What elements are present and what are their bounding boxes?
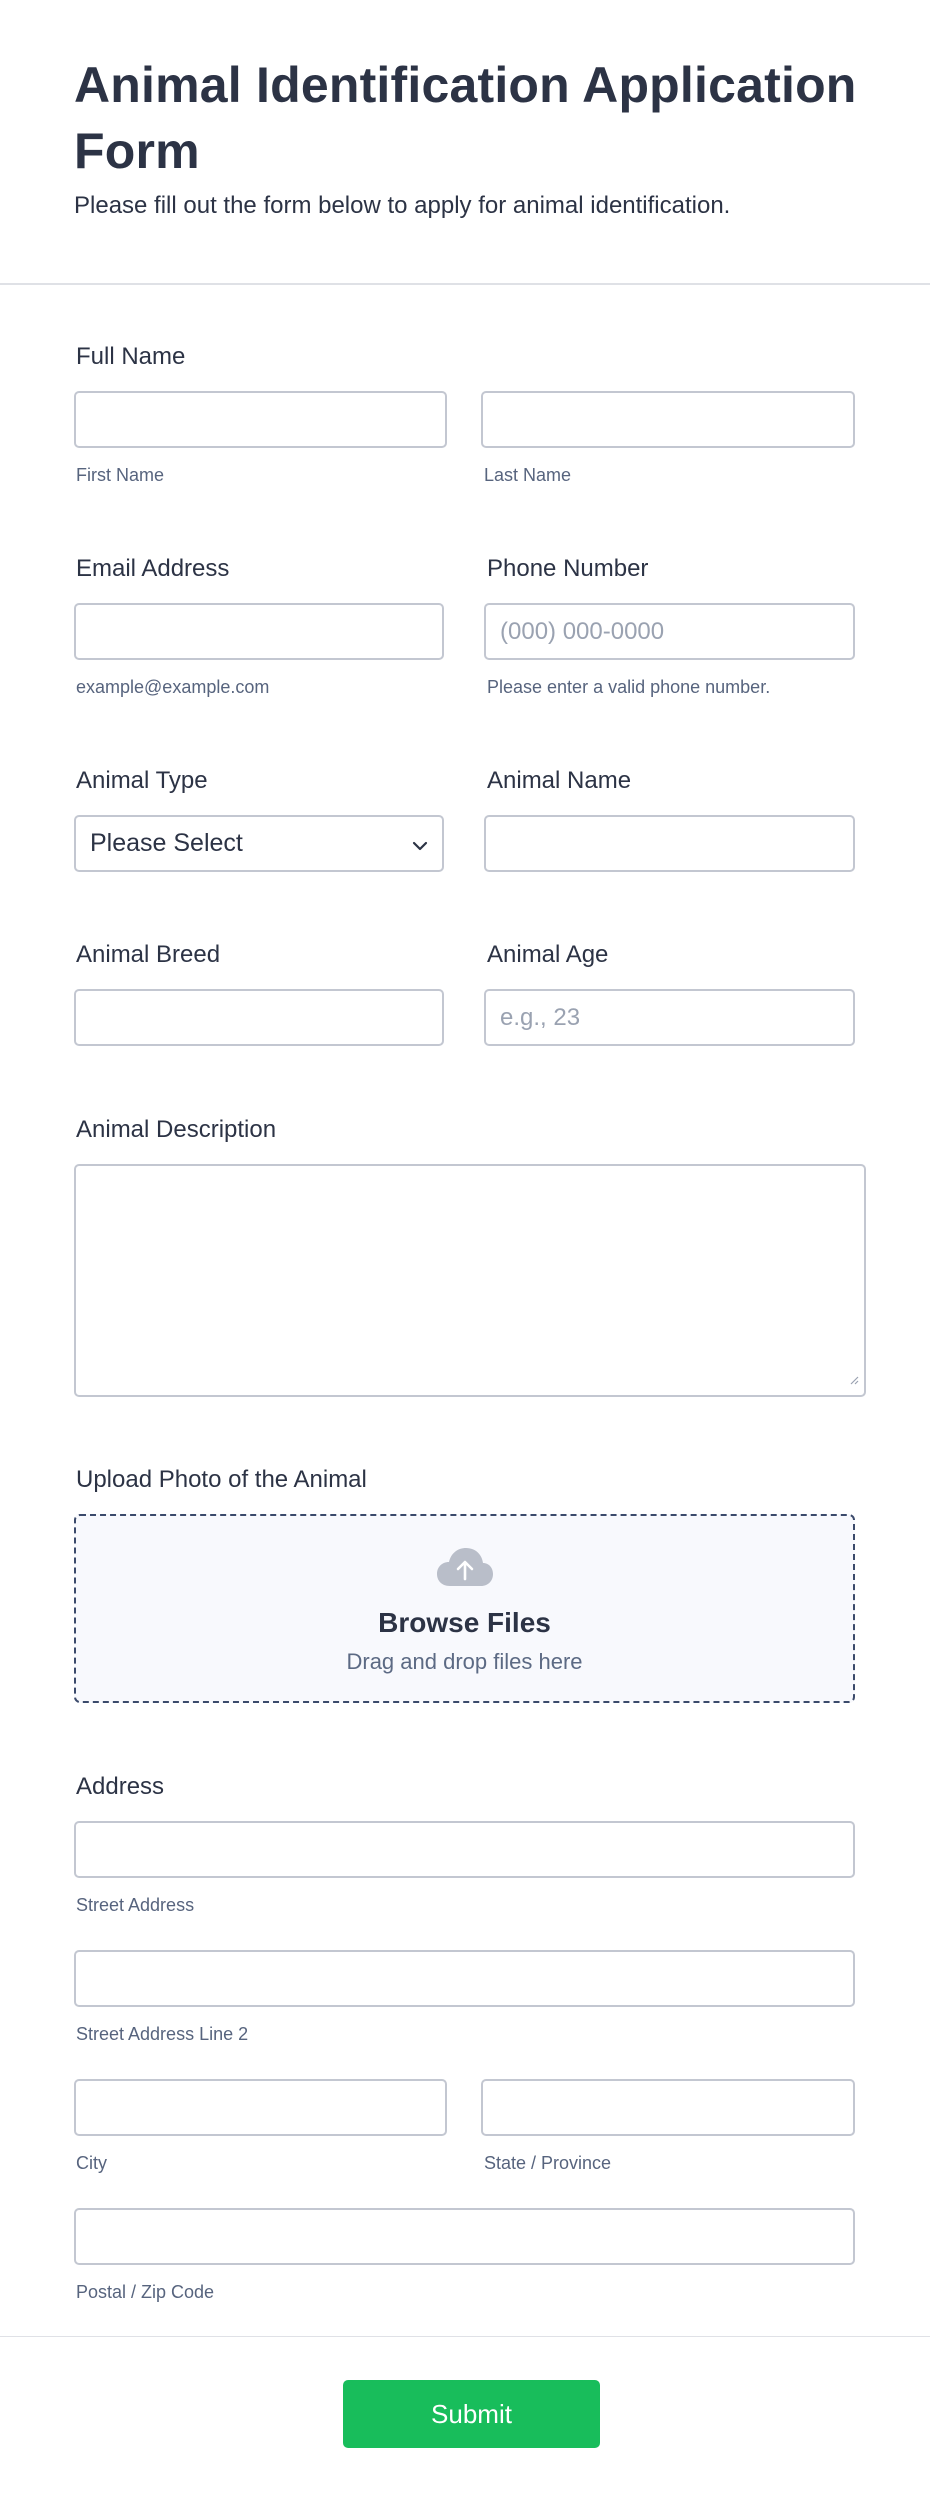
animal-type-label: Animal Type xyxy=(76,767,208,794)
first-name-input[interactable] xyxy=(74,391,447,448)
upload-label: Upload Photo of the Animal xyxy=(76,1466,367,1493)
animal-description-label: Animal Description xyxy=(76,1116,277,1143)
animal-age-input[interactable] xyxy=(484,989,855,1046)
street-address-line2-input[interactable] xyxy=(74,1950,855,2007)
cloud-upload-icon xyxy=(436,1546,494,1593)
phone-label: Phone Number xyxy=(487,555,649,582)
email-input[interactable] xyxy=(74,603,444,660)
upload-dropzone[interactable]: Browse Files Drag and drop files here xyxy=(74,1514,855,1703)
animal-type-select[interactable]: Please Select xyxy=(74,815,444,872)
drag-drop-hint: Drag and drop files here xyxy=(346,1649,583,1674)
city-input[interactable] xyxy=(74,2079,447,2136)
header-divider xyxy=(0,283,930,285)
state-sublabel: State / Province xyxy=(484,2153,612,2173)
address-label: Address xyxy=(76,1773,165,1800)
animal-name-label: Animal Name xyxy=(487,767,632,794)
animal-type-selected: Please Select xyxy=(90,829,243,857)
page-title: Animal Identification Application Form xyxy=(74,57,857,179)
postal-code-sublabel: Postal / Zip Code xyxy=(76,2282,215,2302)
street-address-line2-sublabel: Street Address Line 2 xyxy=(76,2024,249,2044)
first-name-sublabel: First Name xyxy=(76,465,165,485)
phone-input[interactable] xyxy=(484,603,855,660)
state-input[interactable] xyxy=(481,2079,855,2136)
animal-breed-label: Animal Breed xyxy=(76,941,221,968)
animal-description-textarea[interactable] xyxy=(74,1164,866,1397)
city-sublabel: City xyxy=(76,2153,107,2173)
email-sublabel: example@example.com xyxy=(76,677,270,697)
submit-button[interactable]: Submit xyxy=(343,2380,600,2448)
postal-code-input[interactable] xyxy=(74,2208,855,2265)
resize-handle-icon[interactable] xyxy=(849,1372,859,1390)
street-address-input[interactable] xyxy=(74,1821,855,1878)
footer-divider xyxy=(0,2336,930,2337)
page-subtitle: Please fill out the form below to apply … xyxy=(74,192,731,219)
animal-breed-input[interactable] xyxy=(74,989,444,1046)
last-name-sublabel: Last Name xyxy=(484,465,572,485)
full-name-label: Full Name xyxy=(76,343,186,370)
animal-name-input[interactable] xyxy=(484,815,855,872)
browse-files-button[interactable]: Browse Files xyxy=(378,1607,551,1639)
street-address-sublabel: Street Address xyxy=(76,1895,195,1915)
phone-sublabel: Please enter a valid phone number. xyxy=(487,677,771,697)
animal-age-label: Animal Age xyxy=(487,941,609,968)
chevron-down-icon xyxy=(412,829,428,858)
email-label: Email Address xyxy=(76,555,230,582)
last-name-input[interactable] xyxy=(481,391,855,448)
